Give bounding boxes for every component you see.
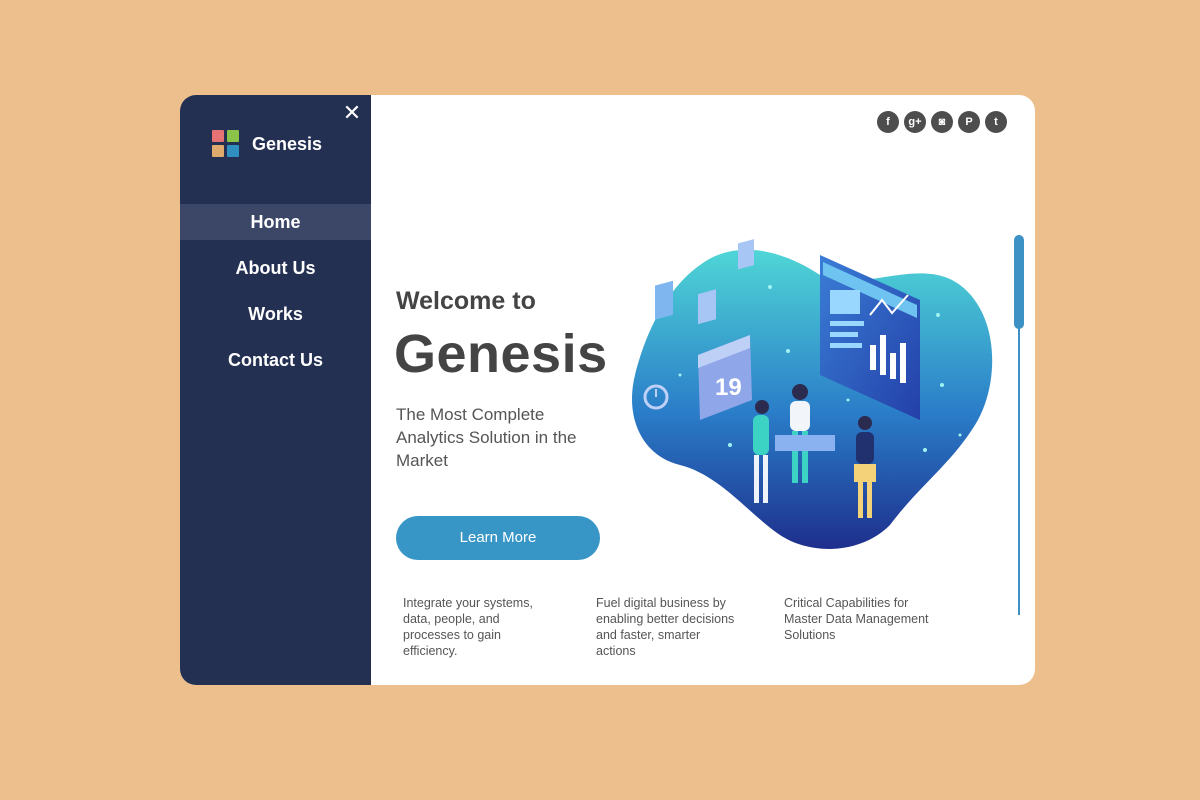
hero-subtitle: The Most Complete Analytics Solution in … — [396, 405, 577, 470]
hero-blob — [632, 249, 993, 549]
nav-item-about-us[interactable]: About Us — [180, 250, 371, 286]
google-plus-icon[interactable]: g+ — [904, 111, 926, 133]
pinterest-icon[interactable]: P — [958, 111, 980, 133]
welcome-text: Welcome to — [396, 287, 536, 315]
sidebar: ✕ Genesis Home About Us Works Contact Us — [180, 95, 371, 685]
app-window: ✕ Genesis Home About Us Works Contact Us… — [180, 95, 1035, 685]
nav-item-contact-us[interactable]: Contact Us — [180, 342, 371, 378]
twitter-icon[interactable]: t — [985, 111, 1007, 133]
page-title: Genesis — [394, 324, 608, 384]
close-icon[interactable]: ✕ — [342, 102, 362, 124]
nav-item-works[interactable]: Works — [180, 296, 371, 332]
learn-more-button[interactable]: Learn More — [396, 516, 600, 560]
social-links: f g+ ◙ P t — [877, 111, 1007, 133]
calendar-day: 19 — [715, 374, 742, 401]
nav-item-home[interactable]: Home — [180, 204, 371, 240]
logo-square — [212, 145, 224, 157]
feature-text: Critical Capabilities for Master Data Ma… — [784, 596, 929, 642]
brand-logo[interactable]: Genesis — [212, 129, 322, 159]
feature-text: Fuel digital business by enabling better… — [596, 596, 735, 658]
scrollbar-thumb[interactable] — [1014, 235, 1024, 329]
instagram-icon[interactable]: ◙ — [931, 111, 953, 133]
logo-mark-icon — [212, 130, 240, 158]
logo-square — [227, 145, 239, 157]
feature-text: Integrate your systems, data, people, an… — [403, 596, 533, 658]
sidebar-nav: Home About Us Works Contact Us — [180, 204, 371, 378]
brand-name: Genesis — [252, 133, 323, 154]
hero-illustration: 19 — [632, 239, 993, 549]
logo-square — [212, 130, 224, 142]
logo-square — [227, 130, 239, 142]
facebook-icon[interactable]: f — [877, 111, 899, 133]
